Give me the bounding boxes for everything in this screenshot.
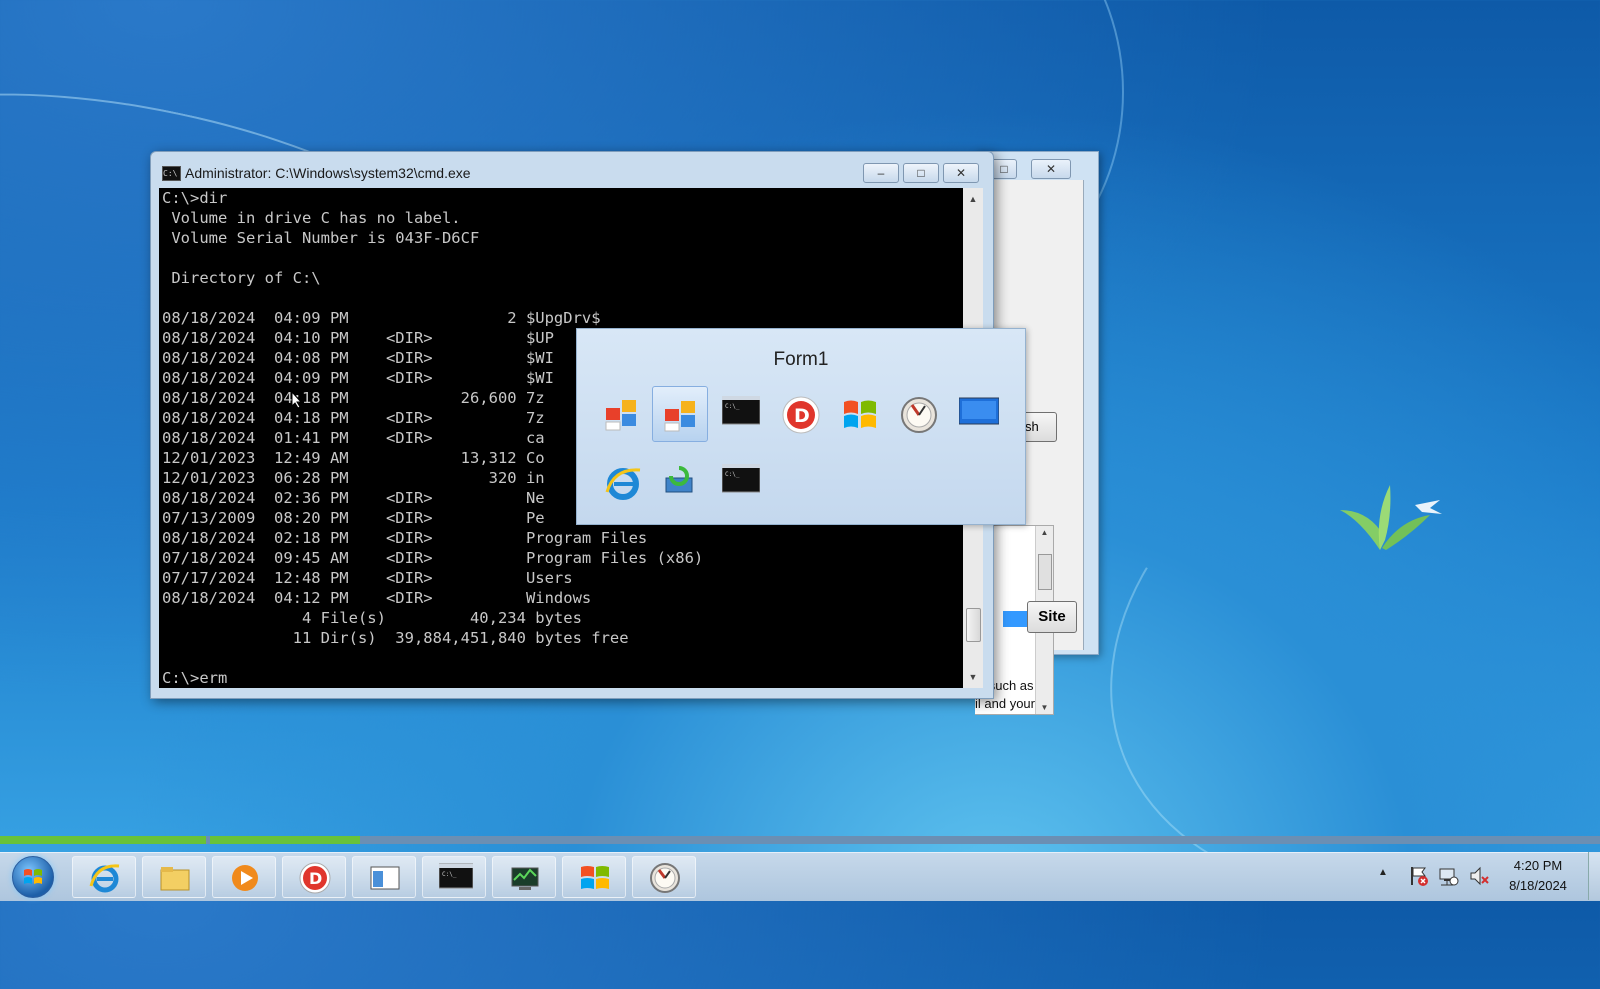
windows-start-orb-icon [24, 869, 42, 884]
clock-time: 4:20 PM [1513, 858, 1563, 873]
taskbar-media-player[interactable] [212, 856, 276, 898]
svg-text:D: D [309, 869, 322, 888]
progress-segment [0, 836, 206, 844]
taskbar-progress-strip [0, 836, 1600, 844]
command-prompt-icon[interactable]: C:\_ [712, 454, 768, 510]
background-window-close-button[interactable]: ✕ [1031, 159, 1071, 179]
scroll-down-arrow-icon[interactable]: ▼ [1036, 703, 1053, 712]
window-panel-icon [370, 866, 400, 890]
network-icon[interactable] [1438, 865, 1460, 887]
taskbar-dolby[interactable]: D [282, 856, 346, 898]
taskbar-task-manager[interactable] [492, 856, 556, 898]
blue-screen-icon[interactable] [949, 386, 1005, 442]
clock-gauge-icon [650, 863, 680, 893]
action-center-flag-icon[interactable] [1408, 865, 1430, 887]
windows-logo-icon [581, 866, 609, 889]
internet-explorer-icon[interactable] [594, 454, 650, 510]
taskbar-command-prompt[interactable]: C:\_ [422, 856, 486, 898]
command-prompt-icon: C:\_ [439, 863, 473, 889]
svg-text:C:\_: C:\_ [725, 471, 740, 478]
taskbar-file-explorer[interactable] [142, 856, 206, 898]
form1-window-switcher: Form1 C:\_ D C:\_ [576, 328, 1026, 525]
minimize-button[interactable]: – [863, 163, 899, 183]
command-prompt-icon[interactable]: C:\_ [712, 386, 768, 442]
svg-text:D: D [794, 405, 810, 427]
taskbar-clock-gauge[interactable] [632, 856, 696, 898]
task-manager-icon [511, 867, 539, 890]
windows-flag-squares-icon-selected[interactable] [652, 386, 708, 442]
taskbar-window-panel[interactable] [352, 856, 416, 898]
form1-title: Form1 [773, 349, 829, 370]
taskbar-internet-explorer[interactable] [72, 856, 136, 898]
network-refresh-icon[interactable] [652, 454, 708, 510]
clock-gauge-icon[interactable] [890, 386, 946, 442]
scroll-down-arrow-icon[interactable]: ▼ [963, 668, 983, 686]
taskbar-windows-logo[interactable] [562, 856, 626, 898]
file-explorer-icon [160, 867, 190, 891]
maximize-button[interactable]: □ [903, 163, 939, 183]
scroll-up-arrow-icon[interactable]: ▲ [1036, 528, 1053, 537]
windows-flag-squares-icon[interactable] [594, 386, 650, 442]
wallpaper-leaf-icon [1340, 485, 1442, 550]
mouse-cursor-icon [291, 391, 303, 409]
windows-logo-icon[interactable] [831, 386, 887, 442]
show-desktop-button[interactable] [1588, 852, 1600, 900]
cmd-window-title: Administrator: C:\Windows\system32\cmd.e… [185, 165, 471, 181]
dolby-d-icon: D [299, 862, 331, 894]
show-hidden-icons-icon[interactable]: ▲ [1378, 867, 1388, 878]
taskbar: D C:\_ ▲ [0, 852, 1600, 901]
clock-date: 8/18/2024 [1509, 878, 1567, 893]
scroll-up-arrow-icon[interactable]: ▲ [963, 190, 983, 208]
media-player-icon [232, 865, 258, 891]
svg-text:C:\_: C:\_ [725, 403, 740, 410]
scroll-thumb[interactable] [966, 608, 981, 642]
svg-text:C:\_: C:\_ [442, 871, 457, 878]
internet-explorer-icon [89, 864, 120, 893]
start-button[interactable] [12, 856, 54, 898]
scroll-thumb[interactable] [1038, 554, 1052, 590]
cmd-title-icon: C:\ [162, 166, 181, 181]
background-window-maximize-button[interactable]: □ [991, 159, 1017, 179]
site-button[interactable]: Site [1027, 601, 1077, 633]
close-button[interactable]: ✕ [943, 163, 979, 183]
dolby-d-icon[interactable]: D [772, 386, 828, 442]
progress-segment [210, 836, 360, 844]
taskbar-clock[interactable]: 4:20 PM 8/18/2024 [1480, 856, 1596, 896]
